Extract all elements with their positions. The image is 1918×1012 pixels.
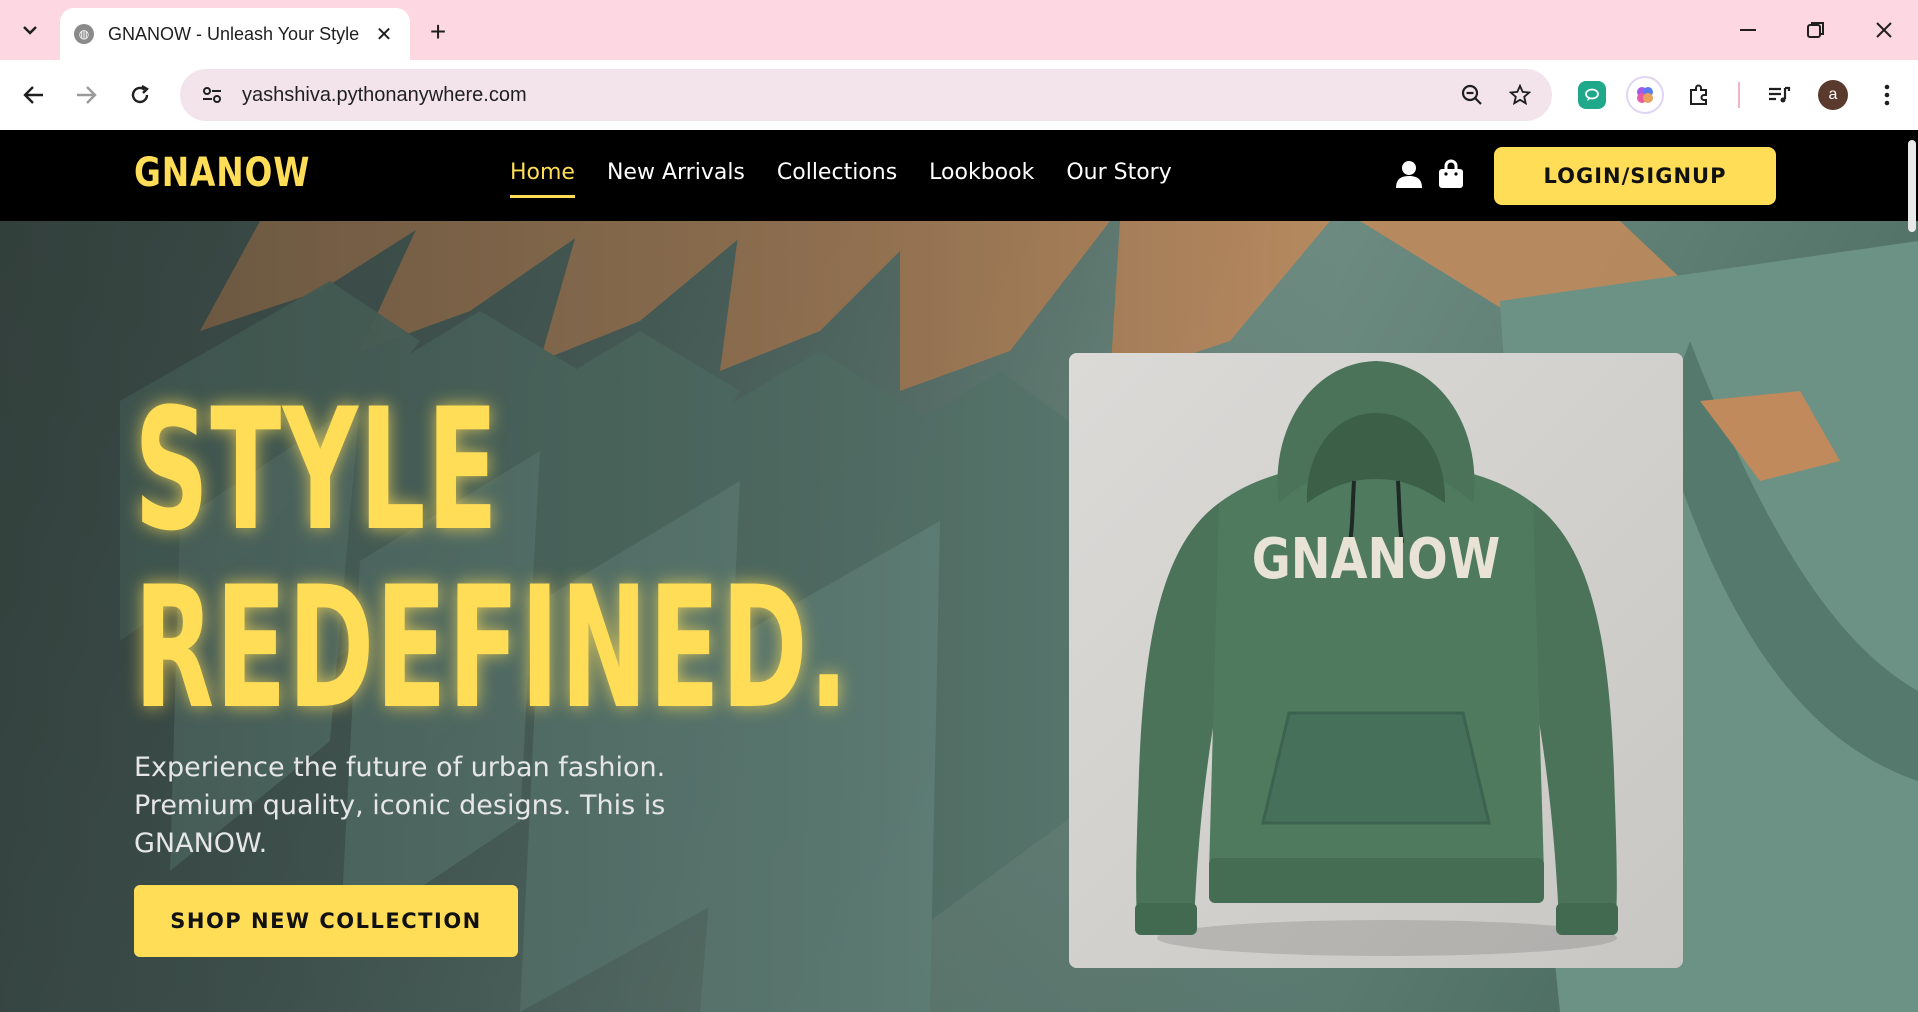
hero-headline: STYLE REDEFINED. — [134, 381, 850, 737]
tab-search-button[interactable] — [10, 12, 50, 48]
close-icon — [1876, 22, 1892, 38]
browser-tab-active[interactable]: ◍ GNANOW - Unleash Your Style ✕ — [60, 8, 410, 60]
media-queue-icon[interactable] — [1760, 76, 1798, 114]
nav-link-new-arrivals[interactable]: New Arrivals — [607, 160, 745, 198]
hoodie-image: GNANOW — [1069, 353, 1683, 968]
restore-icon — [1807, 22, 1824, 38]
reload-icon — [131, 84, 149, 104]
hoodie-print-text: GNANOW — [1252, 527, 1500, 592]
tab-title: GNANOW - Unleash Your Style — [108, 23, 360, 44]
nav-link-lookbook[interactable]: Lookbook — [929, 160, 1034, 198]
address-bar[interactable]: yashshiva.pythonanywhere.com — [180, 69, 1552, 121]
minimize-icon — [1740, 29, 1756, 31]
close-window-button[interactable] — [1856, 10, 1912, 50]
login-signup-button[interactable]: LOGIN/SIGNUP — [1494, 147, 1776, 205]
shopping-bag-icon[interactable] — [1436, 158, 1466, 190]
url-text[interactable]: yashshiva.pythonanywhere.com — [242, 84, 1442, 107]
bookmark-star-icon[interactable] — [1502, 77, 1538, 113]
back-button[interactable] — [16, 77, 52, 113]
nav-link-home[interactable]: Home — [510, 160, 575, 198]
browser-tabstrip: ◍ GNANOW - Unleash Your Style ✕ + — [0, 0, 1918, 60]
headline-line-2: REDEFINED. — [134, 550, 850, 746]
page-scrollbar-thumb[interactable] — [1908, 140, 1916, 232]
brain-extension-icon[interactable] — [1626, 76, 1664, 114]
arrow-left-icon — [23, 86, 43, 104]
user-icon[interactable] — [1394, 158, 1424, 190]
reload-button[interactable] — [122, 77, 158, 113]
minimize-button[interactable] — [1720, 10, 1776, 50]
zoom-icon[interactable] — [1454, 77, 1490, 113]
nav-link-collections[interactable]: Collections — [777, 160, 897, 198]
site-info-icon[interactable] — [194, 77, 230, 113]
product-image-card[interactable]: GNANOW — [1069, 353, 1683, 968]
kebab-menu-icon[interactable] — [1868, 76, 1906, 114]
hero-tagline: Experience the future of urban fashion. … — [134, 752, 666, 859]
site-logo[interactable]: GNANOW — [134, 150, 310, 196]
browser-toolbar: yashshiva.pythonanywhere.com — [0, 60, 1918, 130]
chat-extension-icon[interactable] — [1578, 81, 1606, 109]
headline-line-1: STYLE — [134, 372, 500, 568]
profile-avatar[interactable]: a — [1818, 80, 1848, 110]
site-header: GNANOW Home New Arrivals Collections Loo… — [0, 130, 1918, 221]
main-nav: Home New Arrivals Collections Lookbook O… — [510, 160, 1172, 198]
new-tab-button[interactable]: + — [420, 14, 456, 50]
close-tab-icon[interactable]: ✕ — [372, 22, 396, 47]
extensions-puzzle-icon[interactable] — [1680, 76, 1718, 114]
nav-link-our-story[interactable]: Our Story — [1066, 160, 1171, 198]
globe-icon: ◍ — [74, 24, 94, 44]
shop-new-collection-button[interactable]: SHOP NEW COLLECTION — [134, 885, 518, 957]
restore-button[interactable] — [1788, 10, 1844, 50]
toolbar-divider — [1738, 82, 1740, 108]
hero-section: STYLE REDEFINED. Experience the future o… — [0, 221, 1918, 1012]
arrow-right-icon — [77, 86, 97, 104]
forward-button[interactable] — [68, 77, 104, 113]
chevron-down-icon — [23, 26, 37, 35]
